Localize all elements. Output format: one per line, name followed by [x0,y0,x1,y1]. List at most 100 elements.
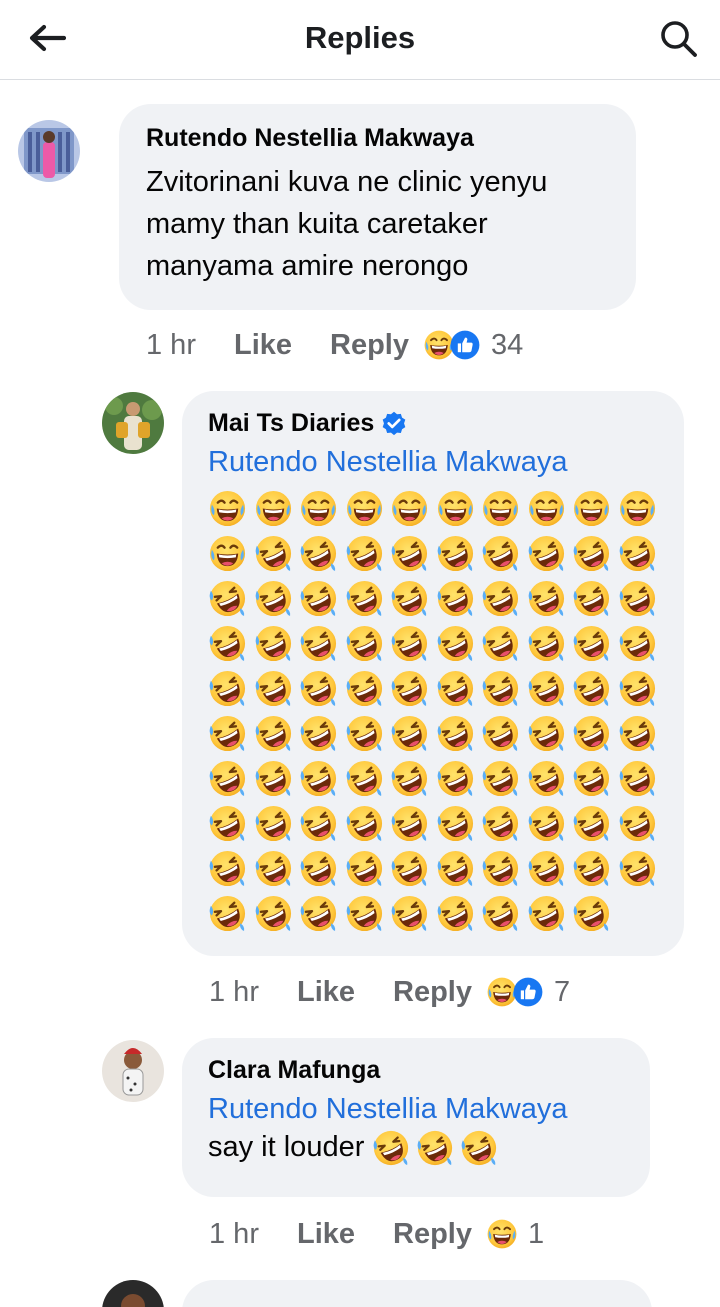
reaction-summary[interactable] [486,1218,518,1250]
comment-bubble [182,1280,652,1307]
rofl-emoji-icon [481,849,520,888]
rofl-emoji-icon [208,849,247,888]
rofl-emoji-icon [436,849,475,888]
rofl-emoji-icon [618,714,657,753]
rofl-emoji-icon [299,624,338,663]
rofl-emoji-icon [299,534,338,573]
comment-author[interactable]: Clara Mafunga [208,1056,624,1085]
rofl-emoji-icon [527,849,566,888]
like-reaction-icon [512,976,544,1008]
rofl-emoji-icon [572,579,611,618]
rofl-emoji-icon [527,759,566,798]
emoji-spacer [618,894,657,939]
rofl-emoji-icon [208,714,247,753]
avatar[interactable] [102,392,164,454]
page-title: Replies [304,20,416,55]
reaction-count: 1 [528,1217,545,1250]
rofl-emoji-icon [254,804,293,843]
grin-sweat-emoji-icon [208,534,247,573]
comment-timestamp[interactable]: 1 hr [209,976,259,1009]
rofl-emoji-icon [481,759,520,798]
rofl-emoji-icon [572,894,611,933]
rofl-emoji-icon [345,894,384,933]
grin-sweat-emoji-icon [254,489,293,528]
reaction-summary[interactable] [423,329,481,361]
rofl-emoji-icon [390,759,429,798]
rofl-emoji-icon [460,1129,498,1167]
rofl-emoji-icon [436,714,475,753]
rofl-emoji-icon [208,669,247,708]
reaction-count: 7 [554,975,571,1008]
rofl-emoji-icon [527,624,566,663]
rofl-emoji-icon [390,669,429,708]
grin-sweat-emoji-icon [572,489,611,528]
comment-text-line: manyama amire nerongo [146,250,469,282]
reply-button[interactable]: Reply [393,976,472,1009]
rofl-emoji-icon [390,894,429,933]
rofl-emoji-icon [527,804,566,843]
rofl-emoji-icon [208,804,247,843]
emoji-block [208,489,658,939]
comment-timestamp[interactable]: 1 hr [209,1218,259,1251]
like-button[interactable]: Like [297,1218,355,1251]
rofl-emoji-icon [481,669,520,708]
rofl-emoji-icon [254,669,293,708]
like-button[interactable]: Like [234,329,292,362]
rofl-emoji-icon [436,534,475,573]
rofl-emoji-icon [572,759,611,798]
reaction-count: 34 [491,328,524,361]
comment-text-body: say it louder [208,1131,365,1163]
rofl-emoji-icon [618,534,657,573]
grin-sweat-emoji-icon [208,489,247,528]
avatar[interactable] [18,120,80,182]
rofl-emoji-icon [208,894,247,933]
haha-reaction-icon [486,1218,518,1250]
rofl-emoji-icon [254,894,293,933]
reply-button[interactable]: Reply [330,329,409,362]
rofl-emoji-icon [527,579,566,618]
rofl-emoji-icon [618,759,657,798]
comment-bubble: Clara Mafunga Rutendo Nestellia Makwaya … [182,1038,650,1197]
comment-bubble: Mai Ts Diaries Rutendo Nestellia Makwaya [182,391,684,956]
rofl-emoji-icon [208,579,247,618]
grin-sweat-emoji-icon [299,489,338,528]
rofl-emoji-icon [618,804,657,843]
comment-author[interactable]: Mai Ts Diaries [208,409,658,438]
rofl-emoji-icon [481,624,520,663]
comment-timestamp[interactable]: 1 hr [146,329,196,362]
rofl-emoji-icon [416,1129,454,1167]
reaction-summary[interactable] [486,976,544,1008]
rofl-emoji-icon [390,579,429,618]
rofl-emoji-icon [390,849,429,888]
rofl-emoji-icon [436,624,475,663]
rofl-emoji-icon [436,669,475,708]
rofl-emoji-icon [254,579,293,618]
mention-link[interactable]: Rutendo Nestellia Makwaya [208,1093,624,1126]
rofl-emoji-icon [436,804,475,843]
grin-sweat-emoji-icon [345,489,384,528]
reply-button[interactable]: Reply [393,1218,472,1251]
rofl-emoji-icon [390,624,429,663]
rofl-emoji-icon [572,714,611,753]
grin-sweat-emoji-icon [481,489,520,528]
mention-link[interactable]: Rutendo Nestellia Makwaya [208,446,658,479]
rofl-emoji-icon [572,624,611,663]
rofl-emoji-icon [299,759,338,798]
rofl-emoji-icon [481,579,520,618]
comment-author[interactable]: Rutendo Nestellia Makwaya [146,124,609,153]
rofl-emoji-icon [436,894,475,933]
rofl-emoji-icon [527,669,566,708]
comment-text: say it louder [208,1126,624,1168]
grin-sweat-emoji-icon [527,489,566,528]
rofl-emoji-icon [618,849,657,888]
rofl-emoji-icon [481,714,520,753]
rofl-emoji-icon [345,534,384,573]
rofl-emoji-icon [481,894,520,933]
avatar[interactable] [102,1040,164,1102]
grin-sweat-emoji-icon [618,489,657,528]
search-button[interactable] [656,16,702,62]
like-button[interactable]: Like [297,976,355,1009]
comment-actions: 1 hr Like Reply 7 [209,970,570,1014]
avatar[interactable] [102,1280,164,1307]
rofl-emoji-icon [299,579,338,618]
